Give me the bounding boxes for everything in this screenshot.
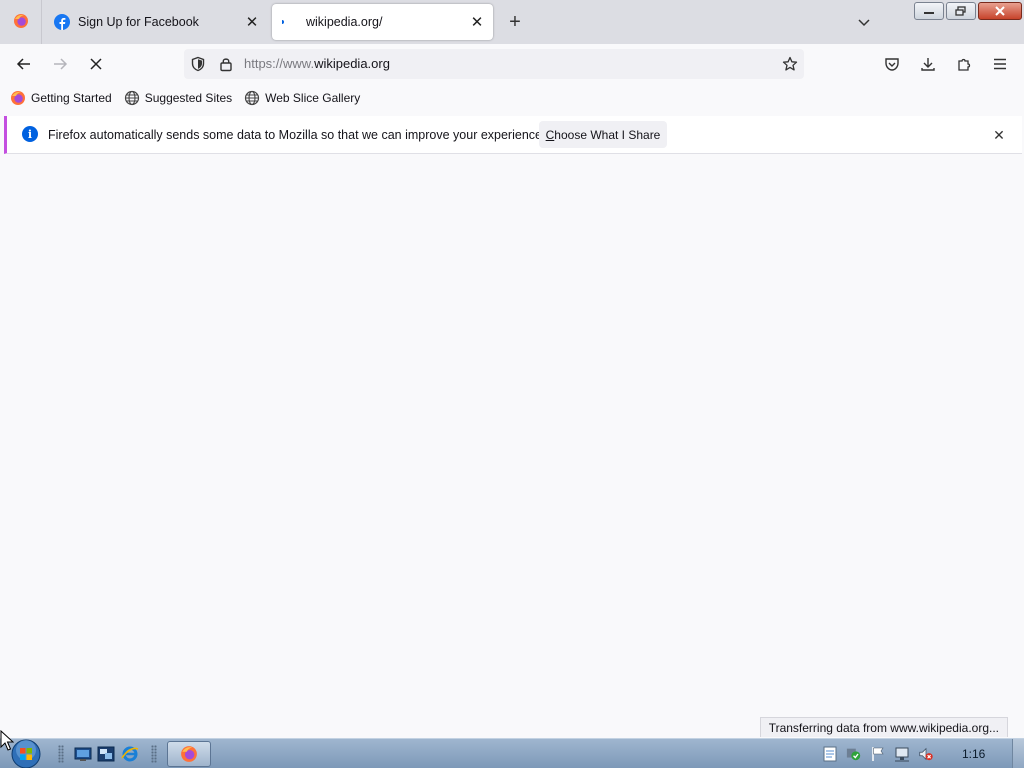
url-text[interactable]: https://www.wikipedia.org — [244, 56, 390, 71]
hamburger-menu-icon — [994, 58, 1006, 70]
status-panel: Transferring data from www.wikipedia.org… — [759, 717, 1008, 737]
internet-explorer-icon[interactable] — [120, 744, 140, 764]
plus-icon: + — [509, 10, 521, 33]
notification-message: Firefox automatically sends some data to… — [48, 128, 546, 142]
windows-taskbar: 1:16 — [0, 738, 1024, 768]
downloads-button[interactable] — [914, 50, 942, 78]
tab-strip: Sign Up for Facebook ✕ wikipedia.org/ ✕ … — [0, 0, 1024, 44]
minimize-button[interactable] — [914, 2, 944, 20]
close-tab-icon[interactable]: ✕ — [240, 10, 264, 34]
pocket-button[interactable] — [878, 50, 906, 78]
notepad-tray-icon[interactable] — [822, 746, 838, 762]
loading-dot-icon — [282, 14, 298, 30]
button-label: Choose What I Share — [545, 127, 661, 142]
back-button[interactable] — [10, 50, 38, 78]
restore-icon — [955, 6, 966, 16]
stop-icon — [90, 58, 102, 70]
bookmark-star-icon[interactable] — [782, 56, 798, 72]
bookmark-suggested-sites[interactable]: Suggested Sites — [124, 86, 232, 110]
forward-button[interactable] — [46, 50, 74, 78]
navigation-toolbar: https://www.wikipedia.org — [0, 44, 1024, 84]
firefox-icon — [13, 13, 29, 32]
system-clock[interactable]: 1:16 — [962, 747, 985, 761]
extensions-button[interactable] — [950, 50, 978, 78]
switch-windows-icon[interactable] — [96, 744, 116, 764]
data-collection-notification: i Firefox automatically sends some data … — [4, 116, 1022, 154]
url-prefix: https://www. — [244, 56, 315, 71]
globe-icon — [124, 90, 140, 106]
close-notification-icon[interactable]: ✕ — [990, 126, 1008, 144]
bookmark-label: Getting Started — [31, 91, 112, 105]
facebook-icon — [54, 14, 70, 30]
minimize-icon — [924, 12, 934, 14]
globe-icon — [244, 90, 260, 106]
close-window-button[interactable] — [978, 2, 1022, 20]
forward-arrow-icon — [54, 58, 68, 70]
tab-title: Sign Up for Facebook — [78, 15, 199, 29]
security-shield-check-icon[interactable] — [846, 746, 862, 762]
window-controls — [914, 2, 1022, 20]
url-domain: wikipedia.org — [314, 56, 390, 71]
bookmark-label: Suggested Sites — [144, 91, 233, 105]
info-icon: i — [22, 126, 38, 142]
show-desktop-button[interactable] — [1012, 739, 1024, 768]
firefox-icon — [10, 90, 26, 106]
app-menu-button[interactable] — [986, 50, 1014, 78]
address-bar[interactable]: https://www.wikipedia.org — [184, 49, 804, 79]
lock-icon[interactable] — [218, 56, 234, 72]
list-all-tabs-button[interactable] — [852, 10, 876, 34]
bookmark-getting-started[interactable]: Getting Started — [10, 86, 112, 110]
restore-button[interactable] — [946, 2, 976, 20]
stop-button[interactable] — [82, 50, 110, 78]
toolbar-grip[interactable] — [151, 745, 157, 763]
bookmarks-toolbar: Getting Started Suggested Sites Web Slic… — [0, 84, 1024, 112]
windows-start-orb-icon — [11, 739, 41, 768]
bookmark-label: Web Slice Gallery — [265, 91, 361, 105]
pocket-icon — [885, 58, 899, 71]
status-text: Transferring data from www.wikipedia.org… — [768, 720, 999, 735]
network-icon[interactable] — [894, 746, 910, 762]
puzzle-icon — [958, 58, 971, 71]
chevron-down-icon — [858, 19, 870, 27]
close-icon — [995, 6, 1005, 16]
back-arrow-icon — [16, 58, 30, 70]
page-content-area[interactable]: Transferring data from www.wikipedia.org… — [0, 158, 1024, 738]
choose-what-i-share-button[interactable]: Choose What I Share — [539, 121, 667, 148]
firefox-icon — [181, 746, 197, 762]
taskbar-firefox-button[interactable] — [167, 741, 211, 767]
close-tab-icon[interactable]: ✕ — [465, 10, 489, 34]
firefox-view-button[interactable] — [0, 0, 42, 44]
tab-facebook[interactable]: Sign Up for Facebook ✕ — [44, 4, 268, 40]
action-center-flag-icon[interactable] — [870, 746, 886, 762]
download-icon — [921, 58, 935, 71]
tab-title: wikipedia.org/ — [306, 15, 383, 29]
new-tab-button[interactable]: + — [502, 9, 528, 35]
tab-wikipedia[interactable]: wikipedia.org/ ✕ — [272, 4, 493, 40]
bookmark-web-slice-gallery[interactable]: Web Slice Gallery — [244, 86, 360, 110]
tracking-protection-shield-icon[interactable] — [190, 56, 206, 72]
volume-muted-icon[interactable] — [918, 746, 934, 762]
toolbar-grip[interactable] — [58, 745, 64, 763]
show-desktop-quicklaunch-icon[interactable] — [73, 744, 93, 764]
